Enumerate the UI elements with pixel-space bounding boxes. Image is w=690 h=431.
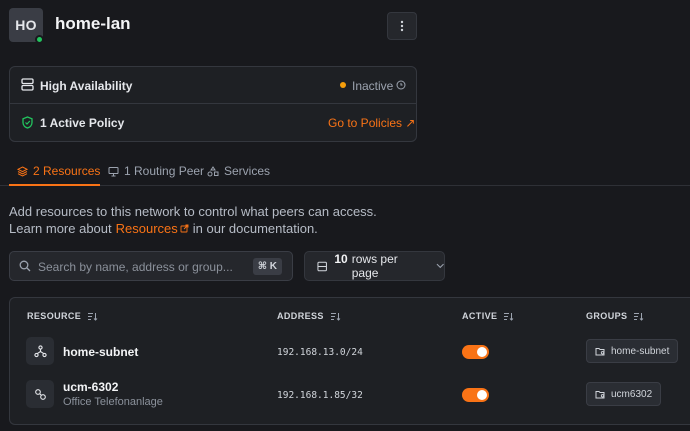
- active-toggle[interactable]: [462, 345, 489, 359]
- rows-per-page-select[interactable]: 10 rows per page: [304, 251, 445, 281]
- tabs-divider: [0, 185, 690, 186]
- rows-per-page-suffix: rows per page: [351, 252, 398, 280]
- resource-name[interactable]: ucm-6302: [63, 380, 118, 394]
- resources-link-label: Resources: [115, 221, 178, 236]
- resource-name[interactable]: home-subnet: [63, 345, 138, 359]
- search-input[interactable]: [38, 258, 248, 275]
- inactive-status-dot: [340, 82, 346, 88]
- monitor-icon: [108, 166, 119, 176]
- column-header-address[interactable]: ADDRESS: [277, 311, 341, 321]
- online-status-dot: [35, 35, 44, 44]
- resource-description: Office Telefonanlage: [63, 396, 163, 408]
- active-toggle[interactable]: [462, 388, 489, 402]
- network-icon-container: [26, 337, 54, 365]
- table-rows-icon: [317, 261, 327, 271]
- sort-icon: [634, 312, 644, 321]
- chevron-down-icon: [436, 263, 444, 269]
- go-to-policies-link[interactable]: Go to Policies ↗: [328, 116, 415, 130]
- services-icon: [207, 165, 219, 176]
- column-header-resource[interactable]: RESOURCE: [27, 311, 98, 321]
- high-availability-label: High Availability: [40, 79, 133, 93]
- description-prefix: Learn more about: [9, 221, 112, 236]
- resource-address: 192.168.13.0/24: [277, 347, 363, 358]
- avatar-initials: HO: [15, 17, 37, 33]
- column-header-label: GROUPS: [586, 311, 628, 321]
- tab-routing-peer-label: 1 Routing Peer: [124, 164, 205, 178]
- tab-resources[interactable]: 2 Resources: [17, 164, 100, 178]
- sort-icon: [88, 312, 98, 321]
- column-header-active[interactable]: ACTIVE: [462, 311, 514, 321]
- column-header-label: ADDRESS: [277, 311, 324, 321]
- network-icon: [33, 344, 47, 357]
- description-line-2: Learn more about Resources in our docume…: [9, 221, 318, 236]
- active-tab-indicator: [9, 184, 100, 186]
- server-stack-icon: [21, 78, 34, 91]
- resource-address: 192.168.1.85/32: [277, 390, 363, 401]
- sort-icon: [504, 312, 514, 321]
- card-divider: [10, 103, 416, 104]
- layers-icon: [17, 165, 28, 177]
- tab-resources-label: 2 Resources: [33, 164, 101, 178]
- group-badge-label: home-subnet: [611, 345, 670, 357]
- active-policy-label: 1 Active Policy: [40, 116, 125, 130]
- ha-status-text: Inactive: [352, 79, 394, 93]
- resources-docs-link[interactable]: Resources: [116, 221, 189, 236]
- column-header-label: ACTIVE: [462, 311, 498, 321]
- tab-services[interactable]: Services: [207, 164, 270, 178]
- more-options-button[interactable]: [387, 12, 417, 40]
- shield-check-icon: [22, 116, 33, 129]
- column-header-groups[interactable]: GROUPS: [586, 311, 644, 321]
- host-icon: [34, 388, 46, 400]
- description-suffix: in our documentation.: [192, 221, 318, 236]
- sort-icon: [330, 312, 341, 321]
- tab-services-label: Services: [224, 164, 271, 178]
- column-header-label: RESOURCE: [27, 311, 82, 321]
- folder-group-icon: [595, 347, 605, 355]
- tab-routing-peer[interactable]: 1 Routing Peer: [108, 164, 204, 178]
- page-title: home-lan: [55, 14, 131, 33]
- external-link-icon: [180, 224, 189, 233]
- folder-group-icon: [595, 390, 605, 398]
- search-box: ⌘ K: [9, 251, 293, 281]
- vertical-dots-icon: [400, 20, 404, 32]
- clock-icon: [396, 80, 406, 90]
- network-summary-card: [9, 66, 417, 142]
- search-icon: [19, 260, 31, 272]
- group-badge[interactable]: home-subnet: [586, 339, 679, 363]
- description-line-1: Add resources to this network to control…: [9, 204, 377, 219]
- group-badge[interactable]: ucm6302: [586, 382, 662, 406]
- host-icon-container: [26, 380, 54, 408]
- keyboard-shortcut-badge: ⌘ K: [252, 258, 282, 275]
- group-badge-label: ucm6302: [611, 388, 653, 400]
- rows-per-page-value: 10: [334, 252, 348, 266]
